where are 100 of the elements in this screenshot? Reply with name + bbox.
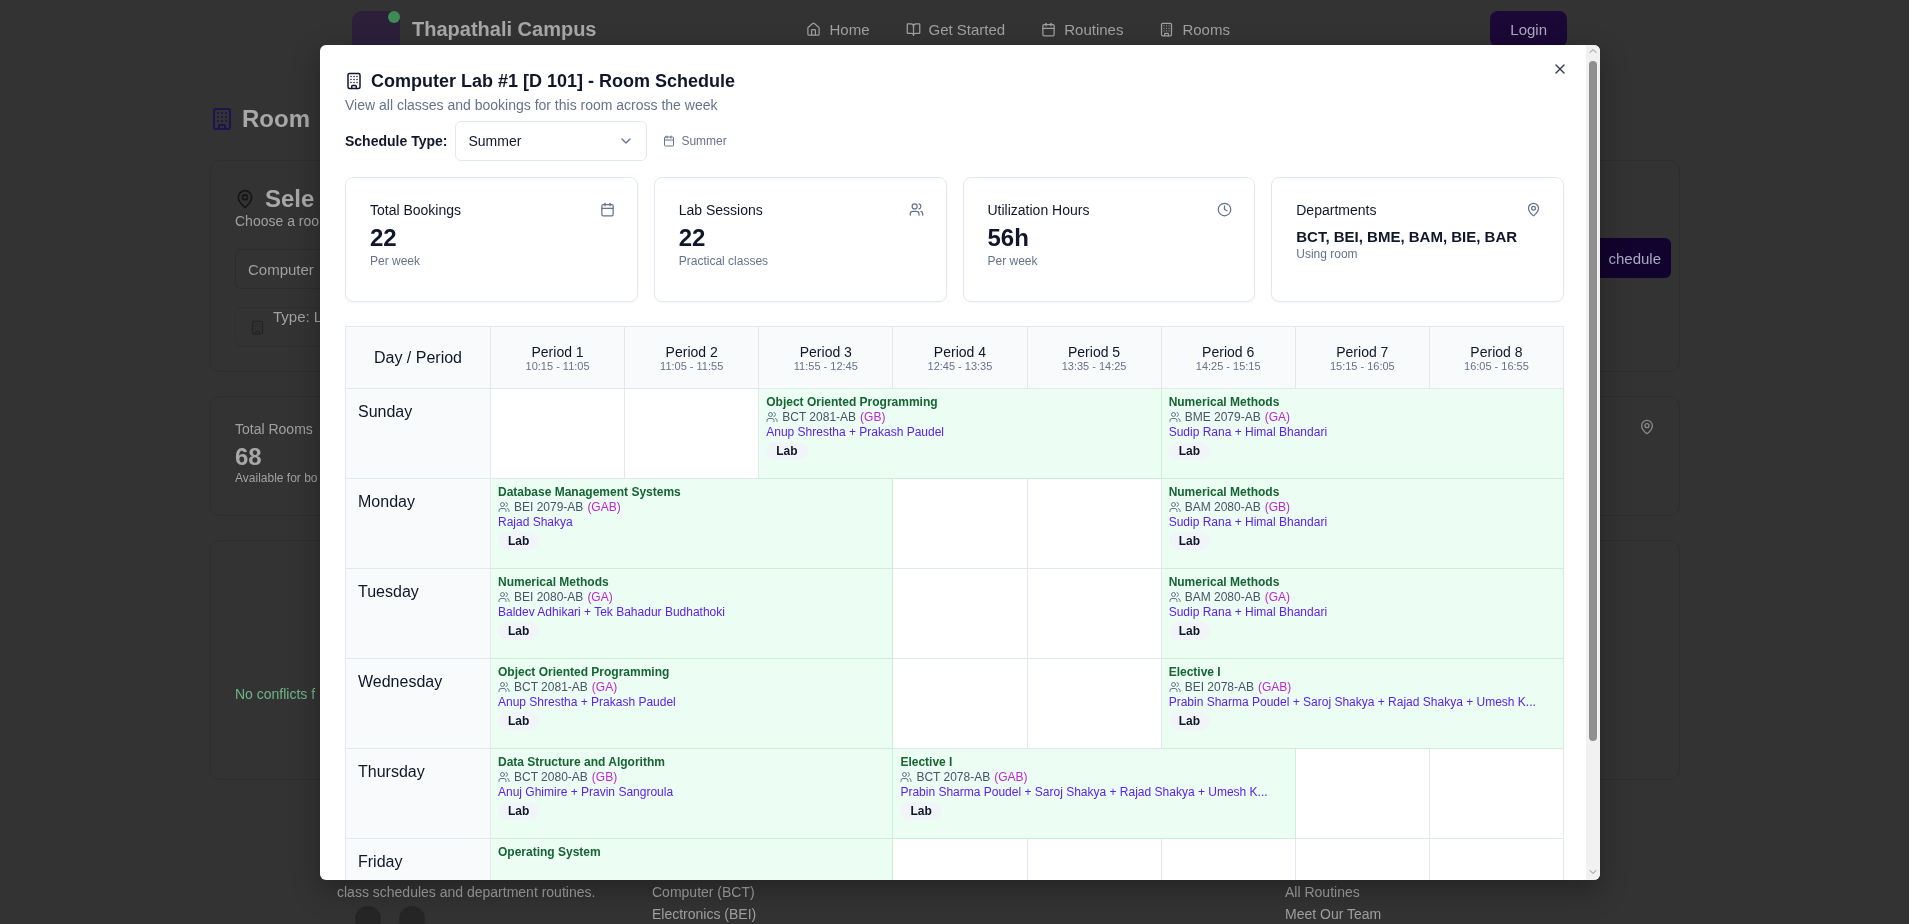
section-label: (GB) [1264, 500, 1290, 514]
period-time: 11:55 - 12:45 [793, 359, 858, 372]
scrollbar[interactable] [1586, 45, 1600, 880]
group-name: BME 2079-AB [1184, 410, 1261, 424]
session-tag: Lab [766, 442, 808, 460]
stat-caption: Per week [370, 254, 422, 268]
section-label: (GB) [591, 770, 618, 784]
footer-link[interactable]: Meet Our Team [1285, 906, 1382, 922]
building-icon [210, 107, 234, 131]
session-tag: Lab [498, 622, 540, 640]
teacher-names: Anup Shrestha + Prakash Paudel [498, 695, 676, 709]
period-name: Period 4 [933, 343, 986, 360]
group-name: BEI 2079-AB [514, 500, 584, 514]
period-time: 11:05 - 11:55 [660, 359, 724, 372]
footer-link[interactable]: All Routines [1285, 884, 1360, 900]
map-pin-icon [235, 189, 255, 209]
subject-name: Object Oriented Programming [498, 665, 670, 679]
footer-link[interactable]: Electronics (BEI) [652, 906, 757, 922]
period-name: Period 8 [1470, 343, 1523, 360]
day-cell: Wednesday [346, 659, 491, 749]
teacher-names: Anup Shrestha + Prakash Paudel [766, 425, 945, 439]
class-cell[interactable]: Object Oriented Programming BCT 2081-AB (GA) Anup Shrestha + Prakash Paudel Lab [491, 659, 894, 749]
users-icon [498, 771, 510, 783]
users-icon [1168, 411, 1181, 423]
subject-name: Numerical Methods [1168, 395, 1280, 409]
calendar-icon [663, 135, 676, 147]
nav-link[interactable]: Routines [1041, 20, 1124, 38]
map-pin-icon [1639, 419, 1655, 435]
stat-caption: Using room [1296, 247, 1359, 261]
teacher-names: Anuj Ghimire + Pravin Sangroula [498, 785, 674, 799]
group-name: BEI 2078-AB [1184, 680, 1254, 694]
session-tag: Lab [1168, 622, 1210, 640]
class-cell[interactable]: Database Management Systems BEI 2079-AB (GAB) Rajad Shakya Lab [491, 479, 894, 569]
section-label: (GA) [587, 590, 613, 604]
scrollbar-thumb[interactable] [1589, 61, 1597, 741]
subject-name: Numerical Methods [1168, 485, 1280, 499]
teacher-names: Prabin Sharma Poudel + Saroj Shakya + Rajad Shakya + Umesh K... [1168, 695, 1536, 709]
users-icon [766, 411, 779, 423]
class-cell[interactable]: Numerical Methods BME 2079-AB (GA) Sudip Rana + Himal Bhandari Lab [1161, 389, 1564, 479]
subject-name: Operating System [498, 845, 601, 859]
subject-name: Elective I [900, 755, 953, 769]
session-tag: Lab [498, 532, 540, 550]
period-name: Period 1 [531, 343, 584, 360]
group-name: BCT 2081-AB [782, 410, 857, 424]
day-cell: Friday [346, 839, 491, 880]
period-time: 13:35 - 14:25 [1061, 359, 1127, 372]
footer-text: class schedules and department routines. [337, 884, 596, 900]
stat-caption: Per week [987, 254, 1039, 268]
class-cell[interactable]: Data Structure and Algorithm BCT 2080-AB (GB) Anuj Ghimire + Pravin Sangroula Lab [491, 749, 894, 839]
users-icon [1168, 681, 1181, 693]
users-icon [1168, 501, 1181, 513]
nav-link[interactable]: Get Started [905, 20, 1006, 38]
period-name: Period 7 [1336, 343, 1389, 360]
card-subtitle: Choose a roo [235, 213, 320, 229]
section-label: (GAB) [1258, 680, 1292, 694]
group-name: BCT 2081-AB [514, 680, 588, 694]
day-cell: Sunday [346, 389, 491, 479]
teacher-names: Baldev Adhikari + Tek Bahadur Budhathoki [498, 605, 725, 619]
period-name: Period 2 [665, 343, 718, 360]
users-icon [498, 501, 510, 513]
footer-link[interactable]: Computer (BCT) [652, 884, 755, 900]
class-cell[interactable]: Elective I BEI 2078-AB (GAB) Prabin Sharma Poudel + Saroj Shakya + Rajad Shakya + Umesh K... Lab [1161, 659, 1564, 749]
class-cell[interactable]: Numerical Methods BEI 2080-AB (GA) Baldev Adhikari + Tek Bahadur Budhathoki Lab [491, 569, 894, 659]
badge-text: Summer [681, 134, 727, 148]
users-icon [1168, 591, 1181, 603]
section-label: (GA) [591, 680, 618, 694]
class-cell[interactable]: Numerical Methods BAM 2080-AB (GA) Sudip Rana + Himal Bhandari Lab [1161, 569, 1564, 659]
subject-name: Object Oriented Programming [766, 395, 938, 409]
calendar-icon [1041, 21, 1057, 37]
login-button[interactable]: Login [1490, 11, 1567, 47]
period-time: 10:15 - 11:05 [525, 359, 590, 372]
period-time: 12:45 - 13:35 [927, 359, 993, 372]
teacher-names: Sudip Rana + Himal Bhandari [1168, 605, 1328, 619]
map-pin-icon [1526, 202, 1541, 217]
subject-name: Data Structure and Algorithm [498, 755, 665, 769]
class-cell[interactable]: Numerical Methods BAM 2080-AB (GB) Sudip Rana + Himal Bhandari Lab [1161, 479, 1564, 569]
session-tag: Lab [1168, 712, 1210, 730]
users-icon [498, 681, 510, 693]
class-cell[interactable]: Object Oriented Programming BCT 2081-AB (GB) Anup Shrestha + Prakash Paudel Lab [759, 389, 1162, 479]
group-name: BAM 2080-AB [1184, 500, 1261, 514]
class-cell[interactable]: Elective I BCT 2078-AB (GAB) Prabin Sharma Poudel + Saroj Shakya + Rajad Shakya + Umesh K... Lab [893, 749, 1296, 839]
period-time: 14:25 - 15:15 [1195, 359, 1261, 372]
card-title: Sele [265, 185, 315, 213]
section-label: (GAB) [994, 770, 1028, 784]
users-icon [908, 202, 924, 217]
session-tag: Lab [498, 802, 540, 820]
nav-link[interactable]: Rooms [1159, 20, 1230, 38]
period-time: 15:15 - 16:05 [1329, 359, 1395, 372]
clock-icon [1217, 202, 1233, 217]
building-icon [345, 72, 363, 90]
stat-label: Total Rooms [235, 421, 313, 437]
nav-link[interactable]: Home [806, 20, 870, 38]
schedule-type-select[interactable]: Summer [455, 121, 648, 161]
class-cell[interactable]: Operating System [491, 839, 894, 880]
teacher-names: Sudip Rana + Himal Bhandari [1168, 515, 1328, 529]
day-cell: Tuesday [346, 569, 491, 659]
stat-value: 68 [235, 443, 262, 471]
group-name: BCT 2080-AB [514, 770, 588, 784]
stat-value: 56h [987, 224, 1030, 252]
stat-value: BCT, BEI, BME, BAM, BIE, BAR [1296, 228, 1519, 245]
